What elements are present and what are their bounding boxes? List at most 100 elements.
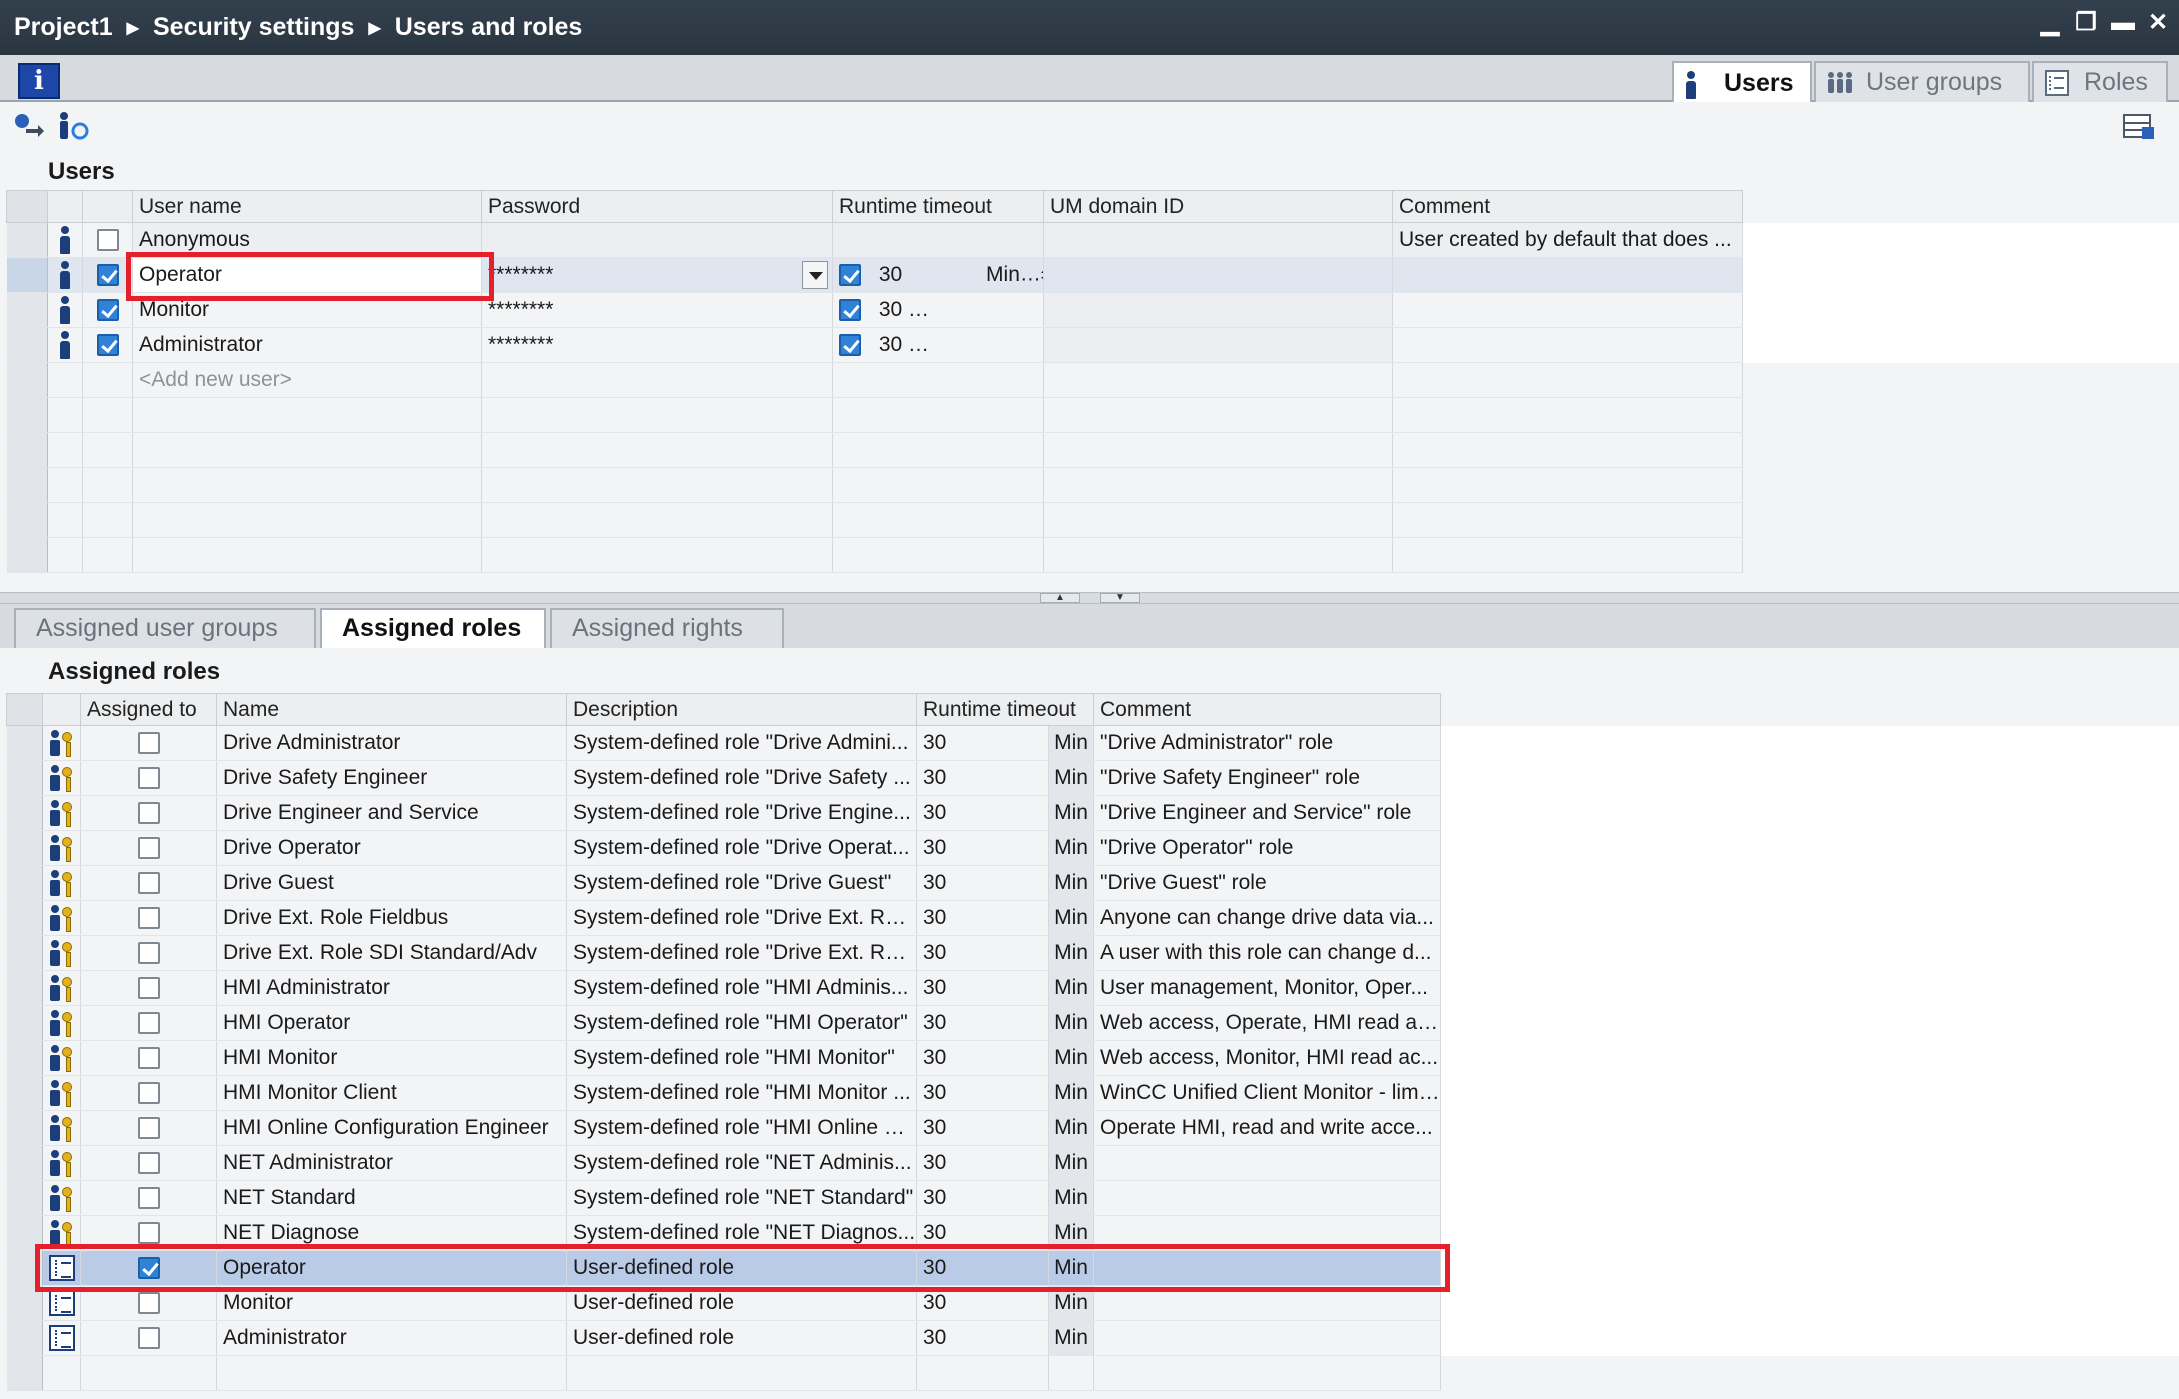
table-row[interactable]: HMI Operator System-defined role "HMI Ope… bbox=[6, 1005, 2179, 1041]
row-header[interactable] bbox=[6, 935, 43, 971]
assigned-checkbox[interactable] bbox=[137, 1117, 160, 1140]
role-description-cell[interactable]: System-defined role "HMI Operator" bbox=[566, 1005, 917, 1041]
role-description-cell[interactable]: System-defined role "Drive Operat... bbox=[566, 830, 917, 866]
role-description-cell[interactable]: System-defined role "HMI Online C... bbox=[566, 1110, 917, 1146]
tab-users[interactable]: Users bbox=[1672, 61, 1812, 104]
role-description-cell[interactable]: System-defined role "Drive Ext. Rol... bbox=[566, 900, 917, 936]
role-description-cell[interactable]: System-defined role "NET Standard" bbox=[566, 1180, 917, 1216]
role-description-cell[interactable]: System-defined role "HMI Monitor ... bbox=[566, 1075, 917, 1111]
assigned-checkbox[interactable] bbox=[137, 872, 160, 895]
assigned-checkbox[interactable] bbox=[137, 1187, 160, 1210]
role-name-cell[interactable]: NET Diagnose bbox=[216, 1215, 567, 1251]
column-header-runtime-timeout[interactable]: Runtime timeout bbox=[832, 190, 1044, 223]
column-header-user-name[interactable]: User name bbox=[132, 190, 482, 223]
role-name-cell[interactable]: HMI Monitor bbox=[216, 1040, 567, 1076]
role-name-cell[interactable]: NET Administrator bbox=[216, 1145, 567, 1181]
update-icon[interactable] bbox=[12, 111, 46, 143]
info-icon[interactable]: i bbox=[18, 63, 60, 99]
row-header[interactable] bbox=[6, 865, 43, 901]
tab-roles[interactable]: Roles bbox=[2032, 61, 2168, 102]
role-description-cell[interactable]: System-defined role "Drive Admini... bbox=[566, 725, 917, 761]
tab-assigned-user-groups[interactable]: Assigned user groups bbox=[14, 608, 316, 648]
role-description-cell[interactable]: System-defined role "Drive Ext. Rol... bbox=[566, 935, 917, 971]
role-comment-cell[interactable] bbox=[1093, 1285, 1441, 1321]
user-refresh-icon[interactable] bbox=[56, 111, 90, 143]
role-comment-cell[interactable]: "Drive Safety Engineer" role bbox=[1093, 760, 1441, 796]
role-name-cell[interactable]: Monitor bbox=[216, 1285, 567, 1321]
user-name-cell[interactable]: Monitor bbox=[132, 292, 482, 328]
runtime-timeout-cell[interactable] bbox=[832, 222, 1044, 258]
role-name-cell[interactable]: NET Standard bbox=[216, 1180, 567, 1216]
role-description-cell[interactable]: System-defined role "HMI Monitor" bbox=[566, 1040, 917, 1076]
role-timeout-cell[interactable]: 30 bbox=[916, 1285, 1049, 1321]
runtime-timeout-value[interactable]: 30 bbox=[879, 263, 902, 286]
column-header-um-domain-id[interactable]: UM domain ID bbox=[1043, 190, 1393, 223]
row-header[interactable] bbox=[6, 327, 48, 363]
role-timeout-cell[interactable]: 30 bbox=[916, 970, 1049, 1006]
table-row[interactable]: Anonymous User created by default that d… bbox=[6, 222, 2179, 258]
runtime-timeout-cell[interactable]: 30 Min bbox=[832, 327, 1044, 363]
role-comment-cell[interactable]: Web access, Monitor, HMI read ac... bbox=[1093, 1040, 1441, 1076]
table-row[interactable]: NET Administrator System-defined role "NE… bbox=[6, 1145, 2179, 1181]
table-row[interactable]: Drive Administrator System-defined role "… bbox=[6, 725, 2179, 761]
role-name-cell[interactable]: Drive Operator bbox=[216, 830, 567, 866]
tab-assigned-roles[interactable]: Assigned roles bbox=[320, 608, 546, 648]
row-header[interactable] bbox=[6, 1075, 43, 1111]
column-header-assigned-to[interactable]: Assigned to bbox=[80, 693, 217, 726]
assigned-checkbox[interactable] bbox=[137, 837, 160, 860]
password-cell[interactable]: ******** bbox=[481, 327, 833, 363]
role-timeout-cell[interactable]: 30 bbox=[916, 1250, 1049, 1286]
table-row[interactable]: Drive Guest System-defined role "Drive Gu… bbox=[6, 865, 2179, 901]
runtime-timeout-checkbox[interactable] bbox=[839, 264, 861, 286]
table-row-selected[interactable]: Operator ******** 30 Min bbox=[6, 257, 2179, 293]
assigned-checkbox[interactable] bbox=[137, 1152, 160, 1175]
um-domain-id-cell[interactable] bbox=[1043, 222, 1393, 258]
role-comment-cell[interactable]: "Drive Guest" role bbox=[1093, 865, 1441, 901]
row-header[interactable] bbox=[6, 1215, 43, 1251]
role-description-cell[interactable]: System-defined role "Drive Engine... bbox=[566, 795, 917, 831]
row-header[interactable] bbox=[6, 1320, 43, 1356]
role-timeout-cell[interactable]: 30 bbox=[916, 1040, 1049, 1076]
column-header-runtime-timeout[interactable]: Runtime timeout bbox=[916, 693, 1094, 726]
role-comment-cell[interactable] bbox=[1093, 1145, 1441, 1181]
assigned-checkbox[interactable] bbox=[137, 802, 160, 825]
user-enabled-checkbox[interactable] bbox=[96, 264, 119, 287]
comment-cell[interactable]: User created by default that does ... bbox=[1392, 222, 1743, 258]
runtime-timeout-cell[interactable]: 30 Min bbox=[832, 292, 1044, 328]
role-timeout-cell[interactable]: 30 bbox=[916, 795, 1049, 831]
table-row[interactable]: Monitor ******** 30 Min bbox=[6, 292, 2179, 328]
splitter-down-icon[interactable]: ▼ bbox=[1100, 593, 1140, 603]
table-row[interactable]: NET Diagnose System-defined role "NET Dia… bbox=[6, 1215, 2179, 1251]
table-row[interactable]: HMI Monitor Client System-defined role "H… bbox=[6, 1075, 2179, 1111]
role-comment-cell[interactable] bbox=[1093, 1320, 1441, 1356]
role-description-cell[interactable]: System-defined role "Drive Guest" bbox=[566, 865, 917, 901]
role-name-cell[interactable]: Drive Engineer and Service bbox=[216, 795, 567, 831]
role-description-cell[interactable]: System-defined role "HMI Adminis... bbox=[566, 970, 917, 1006]
role-comment-cell[interactable]: Web access, Operate, HMI read an... bbox=[1093, 1005, 1441, 1041]
column-header-password[interactable]: Password bbox=[481, 190, 833, 223]
role-comment-cell[interactable]: Operate HMI, read and write acce... bbox=[1093, 1110, 1441, 1146]
table-row[interactable]: HMI Monitor System-defined role "HMI Moni… bbox=[6, 1040, 2179, 1076]
table-row[interactable]: Drive Ext. Role SDI Standard/Adv System-d… bbox=[6, 935, 2179, 971]
role-timeout-cell[interactable]: 30 bbox=[916, 1215, 1049, 1251]
row-header[interactable] bbox=[6, 1285, 43, 1321]
table-row[interactable]: Administrator ******** 30 Min bbox=[6, 327, 2179, 363]
runtime-timeout-checkbox[interactable] bbox=[839, 299, 861, 322]
panel-splitter[interactable]: ▲ ▼ bbox=[0, 592, 2179, 604]
table-row[interactable]: Drive Operator System-defined role "Drive… bbox=[6, 830, 2179, 866]
splitter-up-icon[interactable]: ▲ bbox=[1040, 593, 1080, 603]
role-description-cell[interactable]: System-defined role "NET Adminis... bbox=[566, 1145, 917, 1181]
password-field[interactable]: ******** bbox=[481, 257, 833, 293]
maximize-icon[interactable]: ▬ bbox=[2111, 11, 2135, 35]
role-timeout-cell[interactable]: 30 bbox=[916, 830, 1049, 866]
role-description-cell[interactable]: System-defined role "Drive Safety ... bbox=[566, 760, 917, 796]
assigned-checkbox[interactable] bbox=[137, 1257, 160, 1280]
breadcrumb-project[interactable]: Project1 bbox=[14, 13, 113, 42]
table-row[interactable]: Drive Engineer and Service System-defined… bbox=[6, 795, 2179, 831]
row-header[interactable] bbox=[6, 830, 43, 866]
role-name-cell[interactable]: Drive Safety Engineer bbox=[216, 760, 567, 796]
table-row[interactable]: NET Standard System-defined role "NET Sta… bbox=[6, 1180, 2179, 1216]
user-enabled-checkbox[interactable] bbox=[96, 299, 119, 322]
tab-assigned-rights[interactable]: Assigned rights bbox=[550, 608, 784, 648]
role-timeout-cell[interactable]: 30 bbox=[916, 1005, 1049, 1041]
